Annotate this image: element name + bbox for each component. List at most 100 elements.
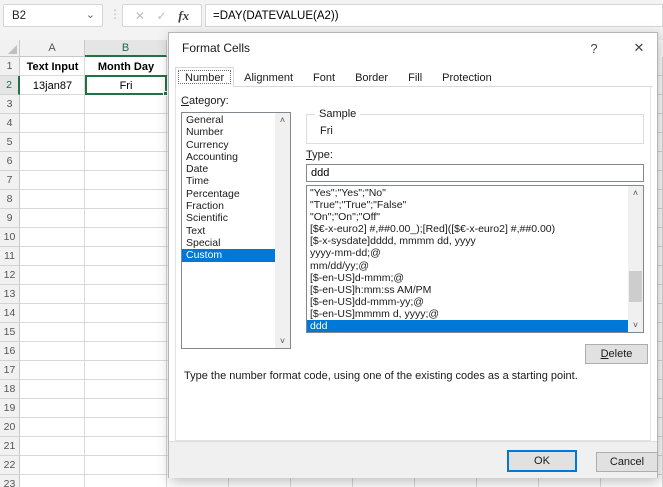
category-item-time[interactable]: Time <box>182 175 275 187</box>
category-item-date[interactable]: Date <box>182 163 275 175</box>
scroll-down-icon[interactable]: ˅ <box>275 334 290 348</box>
dialog-tabs: Number Alignment Font Border Fill Protection <box>175 67 653 87</box>
sample-value: Fri <box>320 125 333 137</box>
row-header-9[interactable]: 9 <box>0 209 20 228</box>
row-header-6[interactable]: 6 <box>0 152 20 171</box>
row-header-23[interactable]: 23 <box>0 475 20 487</box>
select-all-triangle-icon <box>8 45 17 54</box>
category-listbox[interactable]: General Number Currency Accounting Date Time P… <box>181 112 291 349</box>
row-header-4[interactable]: 4 <box>0 114 20 133</box>
row-header-10[interactable]: 10 <box>0 228 20 247</box>
format-code-item[interactable]: [$€-x-euro2] #,##0.00_);[Red]([$€-x-euro… <box>307 223 628 235</box>
format-code-item[interactable]: "True";"True";"False" <box>307 199 628 211</box>
category-item-scientific[interactable]: Scientific <box>182 212 275 224</box>
row-header-7[interactable]: 7 <box>0 171 20 190</box>
format-code-item[interactable]: yyyy-mm-dd;@ <box>307 247 628 259</box>
row-header-12[interactable]: 12 <box>0 266 20 285</box>
insert-function-icon[interactable]: fx <box>178 8 189 24</box>
name-box-value: B2 <box>12 9 27 22</box>
category-item-number[interactable]: Number <box>182 126 275 138</box>
help-icon[interactable]: ? <box>583 38 605 58</box>
format-code-item[interactable]: [$-en-US]dd-mmm-yy;@ <box>307 296 628 308</box>
column-a-grid[interactable] <box>20 57 85 487</box>
scroll-down-icon[interactable]: ˅ <box>628 318 643 332</box>
active-cell-border <box>85 75 167 95</box>
format-cells-dialog: Format Cells ? ✕ Number Alignment Font Bord… <box>168 32 658 478</box>
column-b-grid[interactable] <box>85 57 167 487</box>
row-header-15[interactable]: 15 <box>0 323 20 342</box>
category-item-special[interactable]: Special <box>182 237 275 249</box>
cell-b1[interactable]: Month Day <box>85 57 167 76</box>
category-item-currency[interactable]: Currency <box>182 139 275 151</box>
format-code-item[interactable]: [$-en-US]h:mm:ss AM/PM <box>307 284 628 296</box>
row-header-13[interactable]: 13 <box>0 285 20 304</box>
dialog-help-text: Type the number format code, using one o… <box>184 370 578 382</box>
format-code-item[interactable]: "Yes";"Yes";"No" <box>307 187 628 199</box>
tab-fill[interactable]: Fill <box>398 69 432 86</box>
tab-font[interactable]: Font <box>303 69 345 86</box>
category-label: Category: <box>181 95 229 107</box>
tab-number[interactable]: Number <box>175 67 235 87</box>
column-header-b[interactable]: B <box>85 40 167 57</box>
type-input[interactable]: ddd <box>306 164 644 182</box>
row-header-8[interactable]: 8 <box>0 190 20 209</box>
category-item-custom[interactable]: Custom <box>182 249 275 262</box>
category-scrollbar[interactable]: ˄ ˅ <box>275 113 290 348</box>
formula-bar-input[interactable]: =DAY(DATEVALUE(A2)) <box>205 4 663 27</box>
format-code-item[interactable]: "On";"On";"Off" <box>307 211 628 223</box>
format-code-item[interactable]: [$-en-US]mmmm d, yyyy;@ <box>307 308 628 320</box>
category-item-accounting[interactable]: Accounting <box>182 151 275 163</box>
row-header-16[interactable]: 16 <box>0 342 20 361</box>
format-codes-listbox[interactable]: "Yes";"Yes";"No" "True";"True";"False" "On… <box>306 185 644 333</box>
row-header-1[interactable]: 1 <box>0 57 20 76</box>
format-code-item[interactable]: mm/dd/yy;@ <box>307 260 628 272</box>
category-item-general[interactable]: General <box>182 114 275 126</box>
row-header-18[interactable]: 18 <box>0 380 20 399</box>
tab-alignment[interactable]: Alignment <box>234 69 303 86</box>
confirm-entry-icon[interactable]: ✓ <box>157 9 167 23</box>
category-item-percentage[interactable]: Percentage <box>182 188 275 200</box>
format-code-item[interactable]: [$-x-sysdate]dddd, mmmm dd, yyyy <box>307 235 628 247</box>
cancel-entry-icon[interactable]: ✕ <box>135 9 145 23</box>
dialog-title: Format Cells <box>182 41 251 55</box>
select-all-corner[interactable] <box>0 40 20 57</box>
more-options-icon[interactable]: ⋮ <box>109 7 121 21</box>
name-box[interactable]: B2 ⌄ <box>3 4 103 27</box>
cell-a1[interactable]: Text Input <box>20 57 85 76</box>
category-item-fraction[interactable]: Fraction <box>182 200 275 212</box>
row-header-20[interactable]: 20 <box>0 418 20 437</box>
format-code-item[interactable]: [$-en-US]d-mmm;@ <box>307 272 628 284</box>
close-icon[interactable]: ✕ <box>627 38 651 58</box>
row-header-19[interactable]: 19 <box>0 399 20 418</box>
row-header-2[interactable]: 2 <box>0 76 20 95</box>
scroll-up-icon[interactable]: ˄ <box>275 113 290 127</box>
row-header-11[interactable]: 11 <box>0 247 20 266</box>
delete-button[interactable]: Delete <box>585 344 648 364</box>
scrollbar-thumb[interactable] <box>629 271 642 302</box>
row-header-21[interactable]: 21 <box>0 437 20 456</box>
cell-a2[interactable]: 13jan87 <box>20 76 85 95</box>
scroll-up-icon[interactable]: ˄ <box>628 186 643 200</box>
row-header-17[interactable]: 17 <box>0 361 20 380</box>
category-item-text[interactable]: Text <box>182 225 275 237</box>
row-header-14[interactable]: 14 <box>0 304 20 323</box>
formula-buttons: ✕ ✓ fx <box>122 4 202 27</box>
format-codes-scrollbar[interactable]: ˄ ˅ <box>628 186 643 332</box>
row-header-column: 1 2 3 4 5 6 7 8 9 10 11 12 13 14 15 16 17 18 19 20 21 22 23 <box>0 57 20 487</box>
ok-button[interactable]: OK <box>507 450 577 472</box>
type-label: Type: <box>306 149 333 161</box>
column-header-a[interactable]: A <box>20 40 85 57</box>
delete-button-label: Delete <box>600 348 633 360</box>
sample-label: Sample <box>315 108 361 120</box>
row-header-22[interactable]: 22 <box>0 456 20 475</box>
tab-border[interactable]: Border <box>345 69 398 86</box>
row-header-5[interactable]: 5 <box>0 133 20 152</box>
format-code-item[interactable]: ddd <box>307 320 628 332</box>
excel-window: B2 ⌄ ⋮ ✕ ✓ fx =DAY(DATEVALUE(A2)) A B 12… <box>0 0 663 487</box>
chevron-down-icon[interactable]: ⌄ <box>86 8 95 21</box>
formula-text: =DAY(DATEVALUE(A2)) <box>213 9 339 22</box>
tab-protection[interactable]: Protection <box>432 69 502 86</box>
type-input-value: ddd <box>311 167 330 179</box>
row-header-3[interactable]: 3 <box>0 95 20 114</box>
cancel-button[interactable]: Cancel <box>596 452 658 472</box>
